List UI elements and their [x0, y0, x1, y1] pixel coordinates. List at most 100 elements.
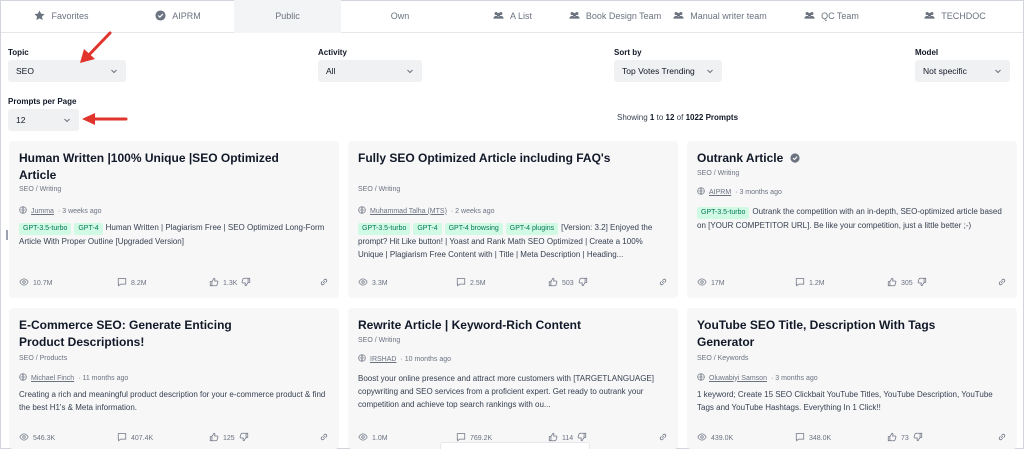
views-stat: 3.3M: [358, 277, 388, 289]
topic-value: SEO: [16, 66, 34, 76]
prompt-card[interactable]: Rewrite Article | Keyword-Rich Content S…: [348, 308, 678, 449]
drag-handle[interactable]: [6, 230, 8, 240]
model-select[interactable]: Not specific: [915, 60, 1010, 82]
card-category: SEO / Writing: [358, 186, 401, 193]
prompt-card[interactable]: Fully SEO Optimized Article including FA…: [348, 141, 678, 298]
card-description-text: Boost your online presence and attract m…: [358, 374, 654, 409]
thumbs-down-icon[interactable]: [578, 277, 588, 289]
thumbs-up-icon[interactable]: [209, 277, 219, 289]
tab-public[interactable]: Public: [234, 0, 341, 33]
comments-stat: 8.2M: [117, 277, 147, 289]
card-stats: 10.7M 8.2M 1.3K: [19, 277, 329, 289]
star-icon: [34, 9, 46, 23]
tab-favorites[interactable]: Favorites: [1, 0, 122, 33]
card-description-text: 1 keyword; Create 15 SEO Clickbait YouTu…: [697, 390, 993, 412]
copy-link-icon[interactable]: [319, 277, 329, 287]
copy-link-icon[interactable]: [997, 277, 1007, 287]
prompt-card[interactable]: YouTube SEO Title, Description With Tags…: [687, 308, 1017, 449]
thumbs-up-icon[interactable]: [887, 432, 897, 444]
card-title[interactable]: Human Written |100% Unique |SEO Optimize…: [19, 150, 279, 184]
likes-stat: 503: [548, 277, 588, 289]
copy-link-icon[interactable]: [319, 432, 329, 442]
eye-icon: [19, 277, 29, 289]
prompt-card[interactable]: Human Written |100% Unique |SEO Optimize…: [9, 141, 339, 298]
tab-aiprm[interactable]: AIPRM: [122, 0, 234, 33]
globe-icon: [697, 373, 705, 383]
author-link[interactable]: AIPRM: [709, 189, 731, 196]
author-link[interactable]: Jumma: [31, 208, 54, 215]
team-icon: [804, 10, 815, 23]
tab-label: Manual writer team: [690, 11, 767, 21]
author-link[interactable]: Muhammad Talha (MTS): [370, 208, 447, 215]
views-count: 17M: [711, 279, 725, 287]
comments-stat: 348.0K: [795, 432, 831, 444]
card-meta: AIPRM · 3 months ago: [697, 187, 782, 197]
views-stat: 10.7M: [19, 277, 52, 289]
views-stat: 546.3K: [19, 432, 55, 444]
card-stats: 3.3M 2.5M 503: [358, 277, 668, 289]
tab-techdoc[interactable]: TECHDOC: [887, 0, 1023, 33]
tab-qc-team[interactable]: QC Team: [776, 0, 887, 33]
globe-icon: [19, 373, 27, 383]
tab-a-list[interactable]: A List: [459, 0, 566, 33]
tab-book-design-team[interactable]: Book Design Team: [566, 0, 664, 33]
copy-link-icon[interactable]: [658, 277, 668, 287]
likes-count: 305: [901, 279, 913, 287]
per-page-select[interactable]: 12: [8, 109, 79, 131]
thumbs-down-icon[interactable]: [241, 277, 251, 289]
views-count: 1.0M: [372, 434, 388, 442]
annotation-arrow-topic: [80, 31, 112, 63]
card-title[interactable]: Outrank Article: [697, 150, 957, 168]
card-title[interactable]: Fully SEO Optimized Article including FA…: [358, 150, 618, 167]
likes-count: 125: [223, 434, 235, 442]
prompt-card[interactable]: E-Commerce SEO: Generate Enticing Produc…: [9, 308, 339, 449]
likes-stat: 305: [887, 277, 927, 289]
tab-bar: Favorites AIPRM Public Own A List Book D…: [1, 0, 1023, 33]
comments-stat: 407.4K: [117, 432, 153, 444]
tab-own[interactable]: Own: [341, 0, 459, 33]
thumbs-up-icon[interactable]: [209, 432, 219, 444]
thumbs-down-icon[interactable]: [913, 432, 923, 444]
showing-count: Showing 1 to 12 of 1022 Prompts: [617, 113, 739, 122]
likes-count: 73: [901, 434, 909, 442]
thumbs-up-icon[interactable]: [887, 277, 897, 289]
thumbs-down-icon[interactable]: [239, 432, 249, 444]
annotation-arrow-per-page: [82, 113, 128, 125]
likes-stat: 125: [209, 432, 249, 444]
activity-select[interactable]: All: [318, 60, 422, 82]
comments-count: 407.4K: [131, 434, 154, 442]
card-stats: 439.0K 348.0K 73: [697, 432, 1007, 444]
eye-icon: [358, 277, 368, 289]
likes-stat: 1.3K: [209, 277, 251, 289]
author-link[interactable]: IRSHAD: [370, 356, 396, 363]
chevron-down-icon: [406, 67, 414, 75]
card-title-text: Outrank Article: [697, 151, 784, 165]
copy-link-icon[interactable]: [658, 432, 668, 442]
comment-icon: [117, 277, 127, 289]
card-time: · 2 weeks ago: [450, 207, 495, 215]
comments-count: 348.0K: [809, 434, 832, 442]
model-badge: GPT-3.5-turbo: [358, 223, 411, 235]
card-category: SEO / Products: [19, 355, 68, 362]
thumbs-up-icon[interactable]: [548, 277, 558, 289]
prompt-card[interactable]: Outrank Article SEO / Writing AIPRM · 3 …: [687, 141, 1017, 298]
author-link[interactable]: Michael Finch: [31, 375, 74, 382]
model-badge: GPT-4: [413, 223, 442, 235]
author-link[interactable]: Oluwabiyi Samson: [709, 375, 767, 382]
views-count: 3.3M: [372, 279, 388, 287]
tab-label: Book Design Team: [585, 11, 662, 21]
tab-label: QC Team: [821, 11, 859, 21]
tab-label: A List: [509, 11, 532, 21]
comments-count: 1.2M: [809, 279, 825, 287]
tab-label: TECHDOC: [941, 11, 986, 21]
tab-manual-writer-team[interactable]: Manual writer team: [664, 0, 776, 33]
comments-count: 769.2K: [470, 434, 493, 442]
card-title[interactable]: Rewrite Article | Keyword-Rich Content: [358, 317, 618, 334]
thumbs-down-icon[interactable]: [917, 277, 927, 289]
model-badge: GPT-3.5-turbo: [697, 207, 750, 219]
card-title[interactable]: YouTube SEO Title, Description With Tags…: [697, 317, 957, 351]
card-time: · 3 months ago: [735, 188, 782, 196]
sort-select[interactable]: Top Votes Trending: [614, 60, 722, 82]
copy-link-icon[interactable]: [997, 432, 1007, 442]
card-title[interactable]: E-Commerce SEO: Generate Enticing Produc…: [19, 317, 279, 351]
